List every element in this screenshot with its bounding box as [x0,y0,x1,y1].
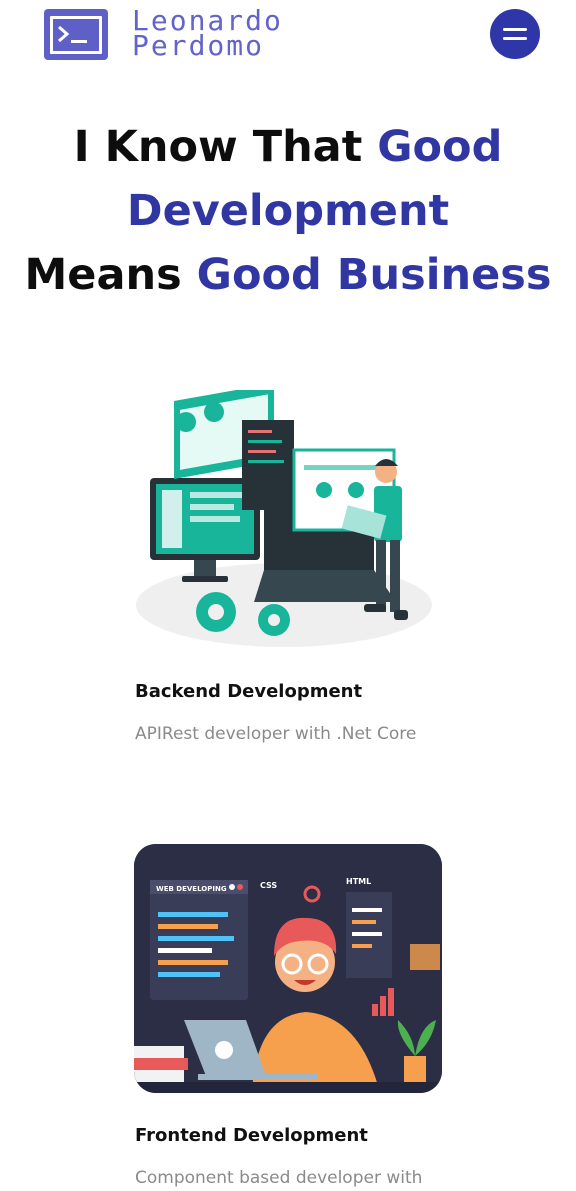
html-label: HTML [346,877,371,886]
brand-last-name: Perdomo [132,29,265,62]
frontend-development-illustration: WEB DEVELOPING CSS HTML [134,844,442,1093]
hamburger-menu-icon[interactable] [490,9,540,59]
web-developing-label: WEB DEVELOPING [156,885,227,893]
service-title: Backend Development [135,681,363,702]
hero-text-1: I Know That [73,122,378,172]
service-title: Frontend Development [135,1125,368,1146]
service-description: Component based developer with [135,1168,423,1188]
hero-text-2: Means [24,250,197,300]
hero-accent-2: Good Business [196,250,552,300]
service-description: APIRest developer with .Net Core [135,724,417,744]
terminal-icon[interactable] [43,8,109,61]
brand-name[interactable]: Leonardo Perdomo [132,7,283,62]
hero-heading: I Know That Good Development Means Good … [20,115,556,307]
site-header: Leonardo Perdomo [0,0,576,80]
css-label: CSS [260,881,277,890]
backend-development-illustration [136,390,432,647]
